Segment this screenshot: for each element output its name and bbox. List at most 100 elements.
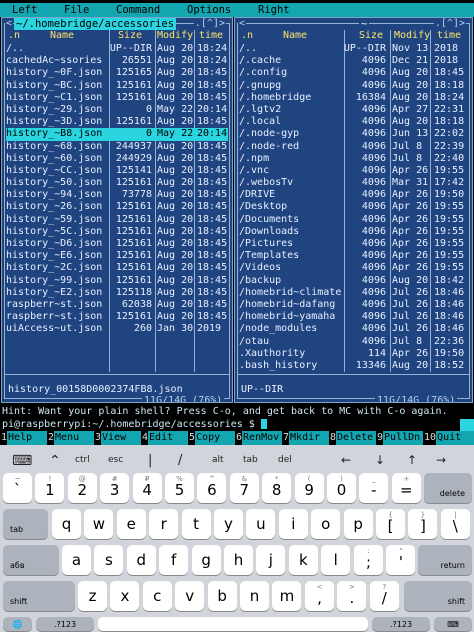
key-7[interactable]: & 7: [229, 473, 259, 503]
numbers-key-right[interactable]: .?123: [372, 617, 430, 631]
right-panel-history-button[interactable]: <: [238, 18, 247, 30]
file-row[interactable]: /.gnupg 4096 Aug 20 18:18: [239, 80, 468, 92]
fkey-view[interactable]: 3 View: [94, 431, 141, 445]
delete-key[interactable]: delete: [424, 473, 472, 503]
menu-file[interactable]: File: [64, 4, 89, 16]
chevron-up-icon[interactable]: ⌃: [49, 453, 61, 469]
file-row[interactable]: /.local 4096 Aug 20 18:18: [239, 116, 468, 128]
fkey-copy[interactable]: 5 Copy: [188, 431, 235, 445]
right-panel-controls[interactable]: .[^]>: [433, 18, 466, 30]
menu-right[interactable]: Right: [258, 4, 290, 16]
key-`[interactable]: ~ `: [3, 473, 32, 503]
key-sym-2[interactable]: ? /: [369, 581, 399, 611]
header-name[interactable]: Name: [283, 30, 307, 41]
file-row[interactable]: /Videos 4096 Apr 26 19:55: [239, 262, 468, 274]
file-row[interactable]: /Downloads 4096 Apr 26 19:55: [239, 226, 468, 238]
arrow-up-icon[interactable]: ↑: [407, 453, 417, 467]
header-time[interactable]: time: [199, 30, 223, 41]
file-row[interactable]: /backup 4096 Aug 20 18:42: [239, 275, 468, 287]
file-row[interactable]: history_~3D.json 125161 Aug 20 18:45: [6, 116, 228, 128]
file-row[interactable]: /homebrid~yamaha 4096 Jul 26 18:46: [239, 311, 468, 323]
fkey-quit[interactable]: 10 Quit: [423, 431, 474, 445]
key-w[interactable]: w: [84, 509, 114, 539]
key-e[interactable]: e: [116, 509, 146, 539]
file-row[interactable]: /otau 4096 Jul 8 22:36: [239, 336, 468, 348]
file-row[interactable]: history_~68.json 244937 Aug 20 18:45: [6, 141, 228, 153]
file-row[interactable]: /homebrid~dafang 4096 Jul 26 18:46: [239, 299, 468, 311]
key-f[interactable]: f: [159, 545, 189, 575]
file-row[interactable]: history_~29.json 0 May 22 20:14: [6, 104, 228, 116]
key-bracket-1[interactable]: }]: [408, 509, 438, 539]
key-h[interactable]: h: [224, 545, 253, 575]
key-q[interactable]: q: [52, 509, 81, 539]
key-n[interactable]: n: [240, 581, 269, 611]
file-row[interactable]: history_~26.json 125161 Aug 20 18:45: [6, 201, 228, 213]
alt-key[interactable]: alt: [212, 455, 224, 465]
del-key[interactable]: del: [278, 455, 292, 465]
arrow-right-icon[interactable]: →: [436, 453, 446, 467]
file-row[interactable]: .bash_history 13346 Aug 20 18:52: [239, 360, 468, 372]
shift-key-left[interactable]: shift: [3, 581, 75, 611]
key-x[interactable]: x: [110, 581, 140, 611]
key-icon[interactable]: ⌨: [12, 453, 32, 469]
file-row[interactable]: /DRIVE 4096 Apr 26 19:50: [239, 189, 468, 201]
key-8[interactable]: * 8: [262, 473, 292, 503]
esc-key[interactable]: esc: [108, 455, 123, 465]
key-m[interactable]: m: [272, 581, 302, 611]
key-c[interactable]: c: [142, 581, 172, 611]
key-3[interactable]: #3: [100, 473, 130, 503]
fkey-menu[interactable]: 2 Menu: [47, 431, 94, 445]
file-row[interactable]: /.lgtv2 4096 Apr 27 22:31: [239, 104, 468, 116]
file-row[interactable]: history_~D6.json 125161 Aug 20 18:45: [6, 238, 228, 250]
menu-left[interactable]: Left: [12, 4, 37, 16]
key-r[interactable]: r: [149, 509, 179, 539]
left-panel[interactable]: < ~/.homebridge/accessories .[^]> .n Nam…: [1, 17, 233, 403]
file-row[interactable]: .Xauthority 114 Apr 26 19:50: [239, 348, 468, 360]
file-row[interactable]: raspberr~st.json 125161 Aug 20 18:45: [6, 311, 228, 323]
key-0[interactable]: ) 0: [327, 473, 356, 503]
file-row[interactable]: history_~99.json 125161 Aug 20 18:45: [6, 275, 228, 287]
file-row[interactable]: history_~E2.json 125118 Aug 20 18:45: [6, 287, 228, 299]
file-row[interactable]: /Templates 4096 Apr 26 19:55: [239, 250, 468, 262]
file-row[interactable]: /.webosTv 4096 Mar 31 17:42: [239, 177, 468, 189]
key-=[interactable]: + =: [391, 473, 421, 503]
key-punct-1[interactable]: " ': [386, 545, 416, 575]
header-n[interactable]: .n: [8, 30, 20, 41]
key-4[interactable]: ₽4: [132, 473, 162, 503]
space-bar[interactable]: [98, 617, 368, 631]
file-row[interactable]: /.vnc 4096 Apr 26 19:55: [239, 165, 468, 177]
file-row[interactable]: history_~59.json 125161 Aug 20 18:45: [6, 214, 228, 226]
file-row[interactable]: /.homebridge 16384 Aug 20 18:24: [239, 92, 468, 104]
key-j[interactable]: j: [256, 545, 286, 575]
key-bracket-0[interactable]: {[: [376, 509, 405, 539]
slash-key[interactable]: /: [178, 453, 182, 468]
menu-command[interactable]: Command: [116, 4, 160, 16]
fkey-delete[interactable]: 8 Delete: [329, 431, 376, 445]
key-p[interactable]: p: [343, 509, 373, 539]
globe-key[interactable]: 🌐: [3, 617, 32, 631]
key-bracket-2[interactable]: | \: [440, 509, 470, 539]
key-u[interactable]: u: [246, 509, 276, 539]
return-key[interactable]: return: [418, 545, 472, 575]
key-y[interactable]: y: [214, 509, 243, 539]
arrow-left-icon[interactable]: ←: [341, 453, 351, 467]
file-row[interactable]: /.node-red 4096 Jul 8 22:39: [239, 141, 468, 153]
fkey-help[interactable]: 1 Help: [0, 431, 47, 445]
file-row[interactable]: /Desktop 4096 Apr 26 19:55: [239, 201, 468, 213]
key-o[interactable]: o: [311, 509, 341, 539]
key-punct-0[interactable]: :;: [354, 545, 383, 575]
key-6[interactable]: ^ 6: [197, 473, 227, 503]
dismiss-keyboard-key[interactable]: ⌨: [434, 617, 472, 631]
file-row[interactable]: /node_modules 4096 Jul 26 18:46: [239, 323, 468, 335]
header-size[interactable]: Size: [118, 30, 142, 41]
file-row[interactable]: history_~5C.json 125161 Aug 20 18:45: [6, 226, 228, 238]
tab-key[interactable]: tab: [3, 509, 48, 539]
key-i[interactable]: i: [278, 509, 308, 539]
file-row[interactable]: /Pictures 4096 Apr 26 19:55: [239, 238, 468, 250]
key-k[interactable]: k: [288, 545, 318, 575]
left-panel-history-button[interactable]: <: [5, 18, 14, 30]
file-row[interactable]: /.cache 4096 Dec 21 2018: [239, 55, 468, 67]
vertical-bar-key[interactable]: |: [148, 453, 152, 468]
file-row[interactable]: /.. UP--DIR Aug 20 18:24: [6, 43, 228, 55]
key-z[interactable]: z: [78, 581, 107, 611]
